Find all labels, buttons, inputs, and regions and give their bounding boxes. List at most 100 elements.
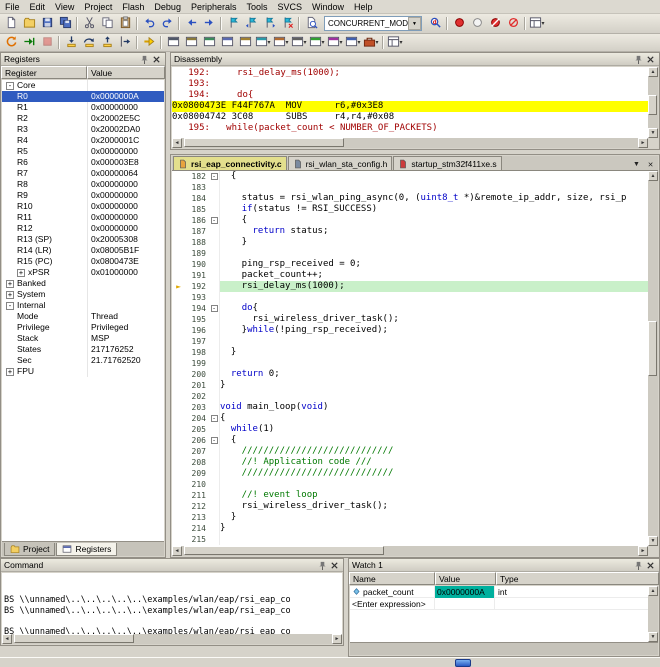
code-line-205[interactable]: 205 while(1)	[172, 424, 648, 435]
command-output[interactable]: BS \\unnamed\..\..\..\..\..\examples/wla…	[2, 573, 342, 634]
register-row-fpu[interactable]: +FPU	[2, 366, 164, 377]
scroll-down-icon[interactable]: ▼	[648, 632, 658, 642]
code-line-186[interactable]: 186- {	[172, 215, 648, 226]
dropdown-arrow-icon[interactable]: ▾	[303, 39, 306, 46]
scroll-left-icon[interactable]: ◄	[2, 634, 12, 644]
scroll-up-icon[interactable]: ▲	[648, 171, 658, 181]
scroll-left-icon[interactable]: ◄	[172, 138, 182, 148]
collapse-box-icon[interactable]: -	[6, 82, 14, 90]
code-line-213[interactable]: 213 }	[172, 512, 648, 523]
menu-window[interactable]: Window	[307, 0, 349, 14]
watch-window-button[interactable]: ▾	[254, 35, 272, 51]
code-line-212[interactable]: 212 rsi_wireless_driver_task();	[172, 501, 648, 512]
collapse-box-icon[interactable]: -	[6, 302, 14, 310]
disassembly-window-button[interactable]	[182, 35, 200, 51]
dropdown-arrow-icon[interactable]: ▾	[267, 39, 270, 46]
menu-flash[interactable]: Flash	[117, 0, 149, 14]
watch-row-packet-count[interactable]: packet_count0x0000000Aint	[350, 586, 648, 598]
expand-box-icon[interactable]: +	[17, 269, 25, 277]
register-row-r15-pc[interactable]: R15 (PC)0x0800473E	[2, 256, 164, 267]
kill-all-breakpoints-button[interactable]	[504, 16, 522, 32]
code-line-204[interactable]: 204-{	[172, 413, 648, 424]
disable-all-breakpoints-button[interactable]	[486, 16, 504, 32]
watch-vscrollbar[interactable]: ▲ ▼	[648, 586, 658, 642]
code-line-195[interactable]: 195 rsi_wireless_driver_task();	[172, 314, 648, 325]
register-row-r1[interactable]: R10x00000000	[2, 102, 164, 113]
menu-tools[interactable]: Tools	[241, 0, 272, 14]
register-row-banked[interactable]: +Banked	[2, 278, 164, 289]
disassembly-close-icon[interactable]	[644, 54, 656, 65]
memory-window-button[interactable]: ▾	[272, 35, 290, 51]
bookmark-toggle-button[interactable]	[224, 16, 242, 32]
dropdown-arrow-icon[interactable]: ▾	[375, 39, 378, 46]
disassembly-vscrollbar[interactable]: ▲ ▼	[648, 67, 658, 138]
editor-tab-rsi-eap-connectivity-c[interactable]: rsi_eap_connectivity.c	[173, 156, 287, 170]
menu-peripherals[interactable]: Peripherals	[186, 0, 242, 14]
close-document-icon[interactable]: ✕	[645, 159, 656, 170]
navigate-back-button[interactable]	[182, 16, 200, 32]
disassembly-line[interactable]: 192: rsi_delay_ms(1000);	[172, 68, 648, 79]
find-in-files-button[interactable]	[302, 16, 320, 32]
fold-box-icon[interactable]: -	[211, 217, 218, 224]
register-row-core[interactable]: -Core	[2, 80, 164, 91]
menu-view[interactable]: View	[50, 0, 79, 14]
register-row-mode[interactable]: ModeThread	[2, 311, 164, 322]
scroll-left-icon[interactable]: ◄	[172, 546, 182, 556]
insert-remove-breakpoint-button[interactable]	[450, 16, 468, 32]
register-row-stack[interactable]: StackMSP	[2, 333, 164, 344]
register-row-system[interactable]: +System	[2, 289, 164, 300]
tab-registers[interactable]: Registers	[56, 543, 117, 556]
scroll-up-icon[interactable]: ▲	[648, 586, 658, 596]
scroll-thumb[interactable]	[648, 321, 657, 376]
watch-name-cell[interactable]: packet_count	[350, 586, 435, 598]
navigate-forward-button[interactable]	[200, 16, 218, 32]
register-row-r0[interactable]: R00x0000000A	[2, 91, 164, 102]
run-to-cursor-button[interactable]	[116, 35, 134, 51]
register-row-r10[interactable]: R100x00000000	[2, 201, 164, 212]
dropdown-arrow-icon[interactable]: ▾	[321, 39, 324, 46]
register-row-internal[interactable]: -Internal	[2, 300, 164, 311]
command-close-icon[interactable]	[328, 560, 340, 571]
code-line-208[interactable]: 208 //! Application code ///	[172, 457, 648, 468]
fold-box-icon[interactable]: -	[211, 173, 218, 180]
register-row-r11[interactable]: R110x00000000	[2, 212, 164, 223]
editor-vscrollbar[interactable]: ▲ ▼	[648, 171, 658, 546]
fold-box-icon[interactable]: -	[211, 437, 218, 444]
code-line-214[interactable]: 214}	[172, 523, 648, 534]
dropdown-arrow-icon[interactable]: ▾	[357, 39, 360, 46]
code-line-191[interactable]: 191 packet_count++;	[172, 270, 648, 281]
code-line-188[interactable]: 188 }	[172, 237, 648, 248]
system-viewer-button[interactable]: ▾	[344, 35, 362, 51]
fold-box-icon[interactable]: -	[211, 415, 218, 422]
code-line-198[interactable]: 198 }	[172, 347, 648, 358]
watch-pin-icon[interactable]	[632, 560, 644, 571]
dropdown-arrow-icon[interactable]: ▾	[399, 39, 402, 46]
open-file-button[interactable]	[20, 16, 38, 32]
scroll-down-icon[interactable]: ▼	[648, 128, 658, 138]
code-line-185[interactable]: 185 if(status != RSI_SUCCESS)	[172, 204, 648, 215]
scroll-up-icon[interactable]: ▲	[648, 67, 658, 77]
code-line-203[interactable]: 203void main_loop(void)	[172, 402, 648, 413]
registers-pin-icon[interactable]	[138, 54, 150, 65]
save-all-button[interactable]	[56, 16, 74, 32]
bookmark-prev-button[interactable]	[242, 16, 260, 32]
toolbox-button[interactable]: ▾	[362, 35, 380, 51]
disassembly-line[interactable]: 0x08004742 3C08 SUBS r4,r4,#0x08	[172, 112, 648, 123]
menu-debug[interactable]: Debug	[149, 0, 186, 14]
code-line-202[interactable]: 202	[172, 391, 648, 402]
disassembly-line[interactable]: 194: do{	[172, 90, 648, 101]
code-line-206[interactable]: 206- {	[172, 435, 648, 446]
menu-project[interactable]: Project	[79, 0, 117, 14]
menu-help[interactable]: Help	[349, 0, 378, 14]
code-line-183[interactable]: 183	[172, 182, 648, 193]
code-line-190[interactable]: 190 ping_rsp_received = 0;	[172, 259, 648, 270]
window-list-icon[interactable]: ▼	[631, 159, 642, 170]
menu-svcs[interactable]: SVCS	[273, 0, 308, 14]
save-button[interactable]	[38, 16, 56, 32]
undo-button[interactable]	[140, 16, 158, 32]
symbols-window-button[interactable]	[200, 35, 218, 51]
code-line-192[interactable]: ►192 rsi_delay_ms(1000);	[172, 281, 648, 292]
code-editor[interactable]: 182- {183184 status = rsi_wlan_ping_asyn…	[172, 171, 648, 546]
code-line-196[interactable]: 196 }while(!ping_rsp_received);	[172, 325, 648, 336]
paste-button[interactable]	[116, 16, 134, 32]
